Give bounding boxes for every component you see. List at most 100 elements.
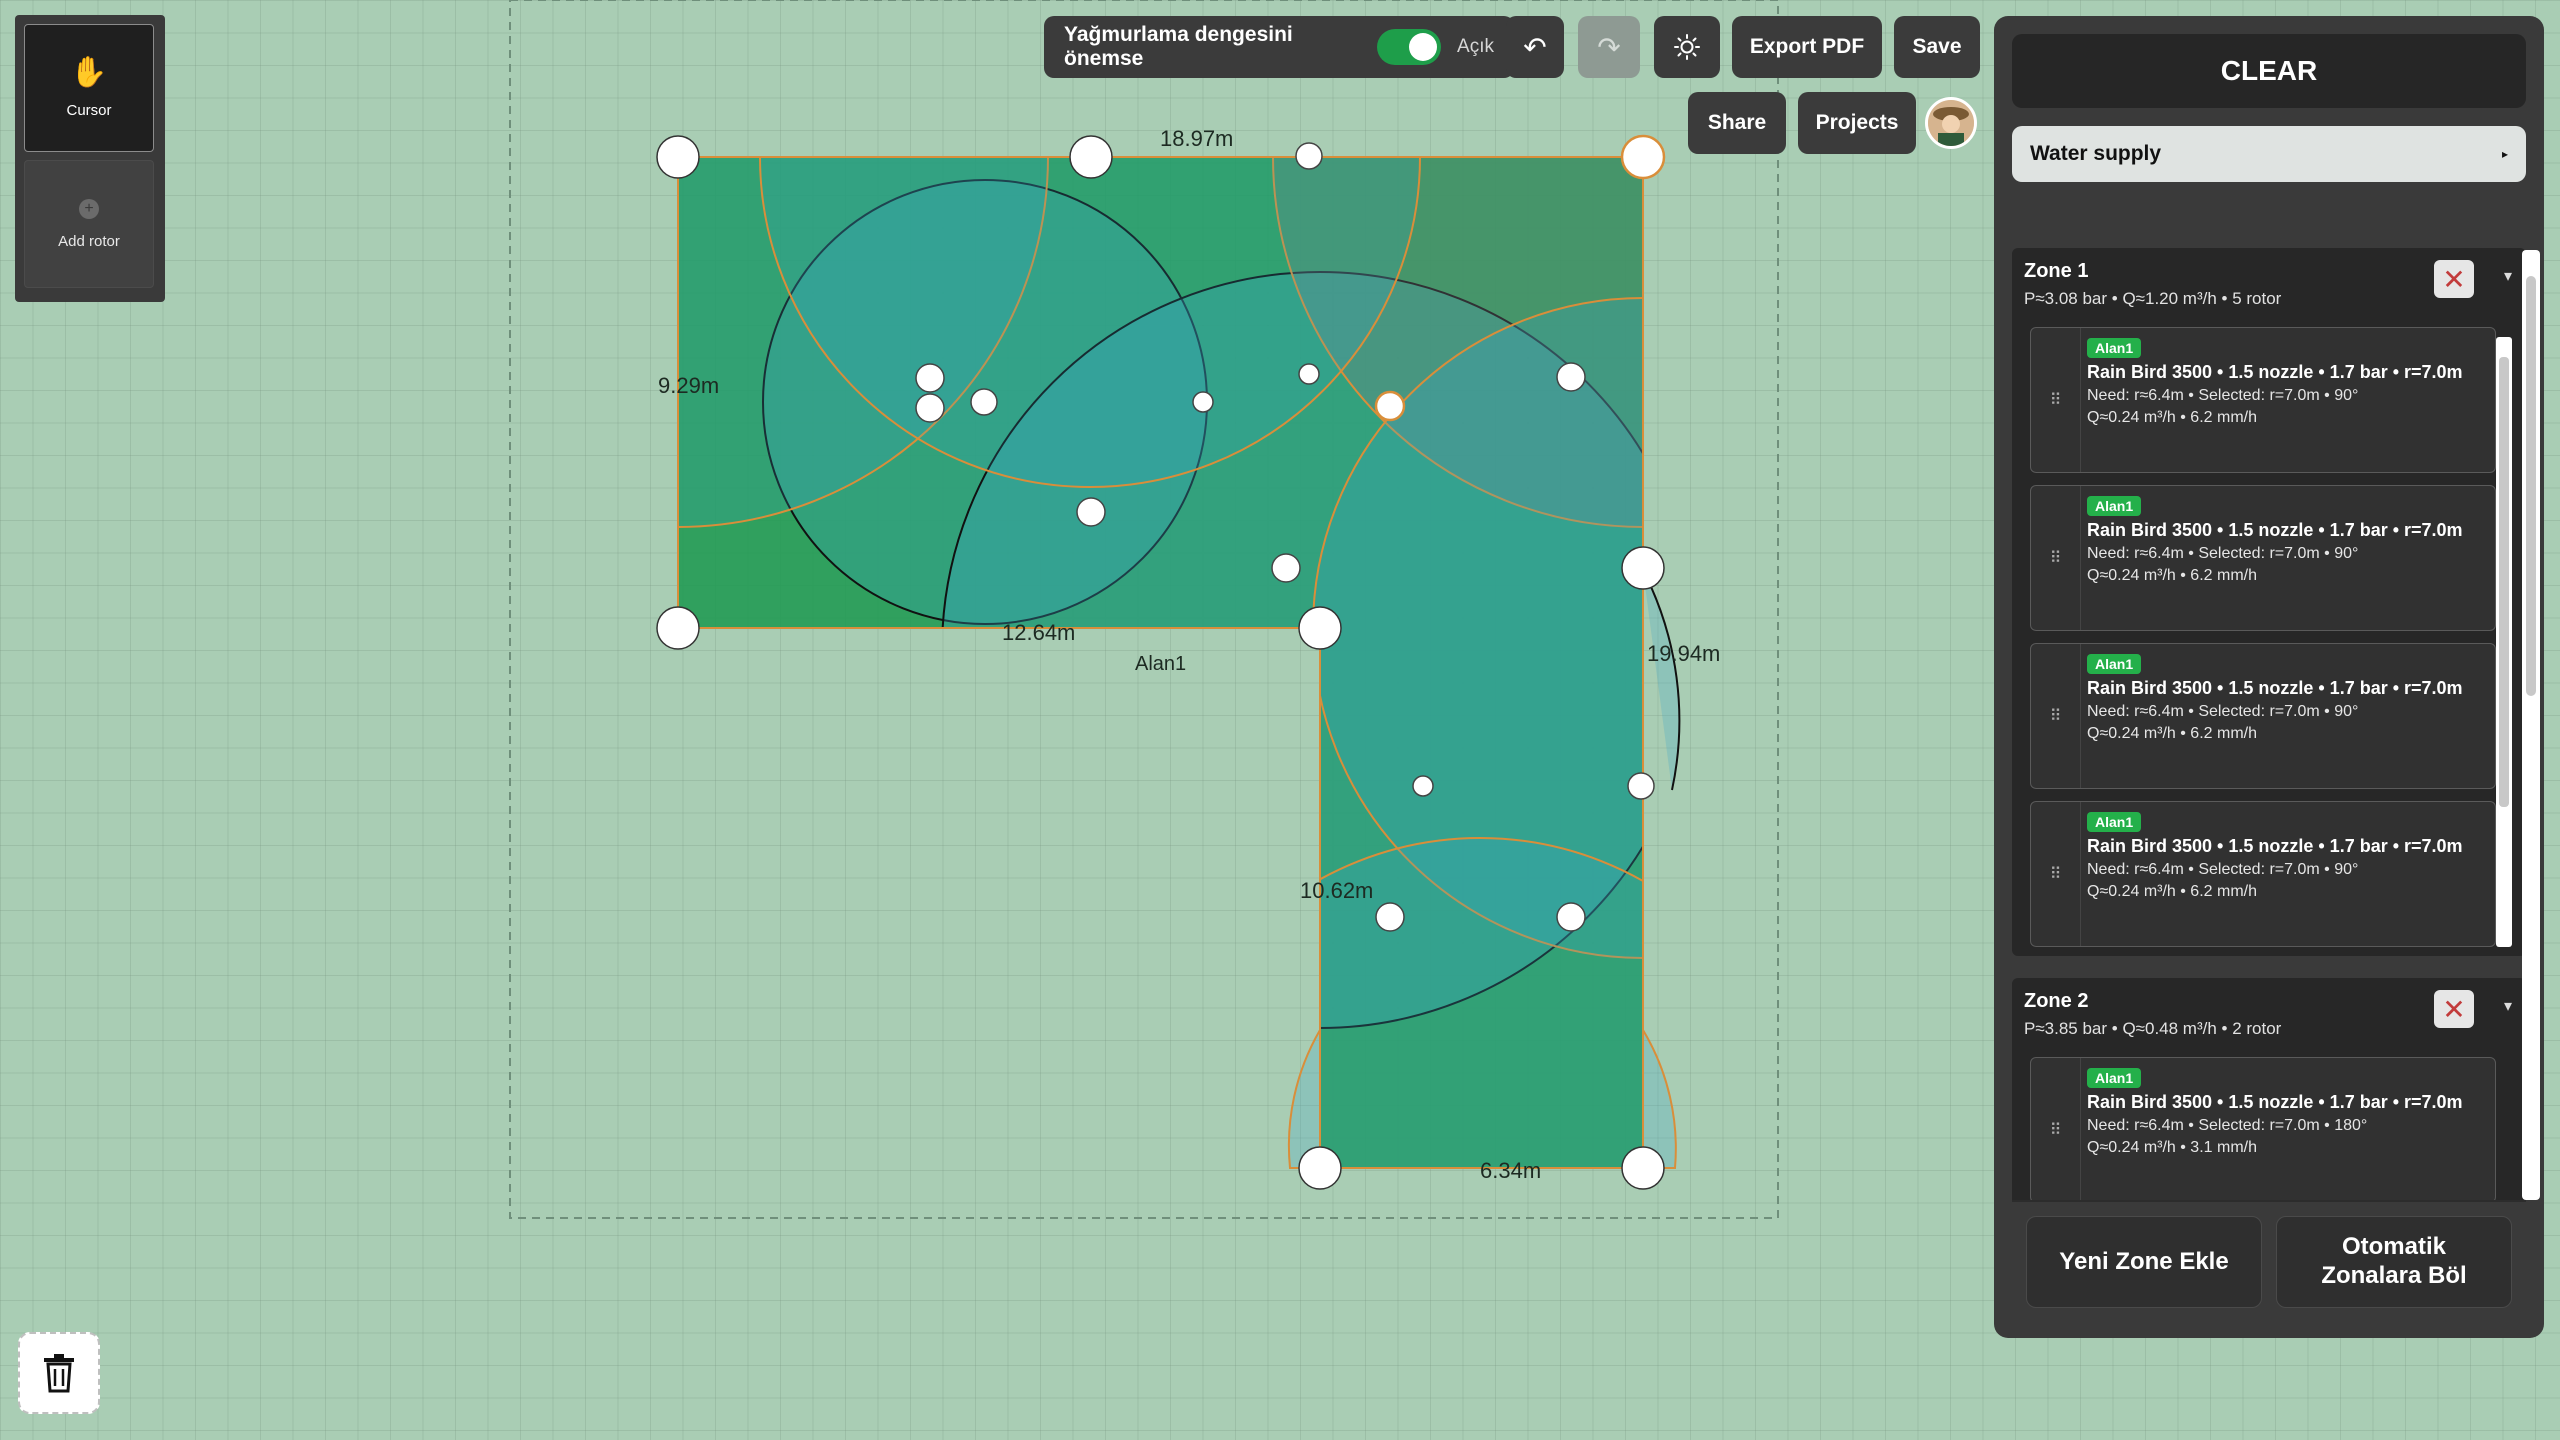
drag-handle-icon[interactable]: ⠿ — [2031, 328, 2081, 472]
area-label: Alan1 — [1135, 653, 1186, 675]
rotor-item[interactable]: ⠿ Alan1 Rain Bird 3500 • 1.5 nozzle • 1.… — [2030, 327, 2496, 473]
drag-handle-icon[interactable]: ⠿ — [2031, 802, 2081, 946]
zone-list-scrollbar[interactable] — [2522, 250, 2540, 1200]
rotor-list[interactable]: ⠿ Alan1 Rain Bird 3500 • 1.5 nozzle • 1.… — [2024, 327, 2512, 947]
rotor-title: Rain Bird 3500 • 1.5 nozzle • 1.7 bar • … — [2087, 1092, 2463, 1112]
scrollbar-thumb[interactable] — [2526, 276, 2536, 696]
rotor-handle[interactable] — [1374, 390, 1406, 422]
rotor-handle[interactable] — [1556, 362, 1586, 392]
new-zone-button[interactable]: Yeni Zone Ekle — [2026, 1216, 2262, 1308]
drag-handle-icon[interactable]: ⠿ — [2031, 1058, 2081, 1202]
add-rotor-label: Add rotor — [58, 232, 120, 250]
hand-icon: ✋ — [70, 55, 108, 89]
share-button[interactable]: Share — [1688, 92, 1786, 154]
area-tag: Alan1 — [2087, 338, 2142, 358]
switch-knob — [1409, 33, 1438, 61]
rotor-handle[interactable] — [1298, 363, 1320, 385]
rotor-item[interactable]: ⠿ Alan1 Rain Bird 3500 • 1.5 nozzle • 1.… — [2030, 485, 2496, 631]
dimension-inner: 10.62m — [1300, 878, 1373, 903]
trash-button[interactable] — [18, 1332, 100, 1414]
sun-icon — [1674, 34, 1700, 60]
tool-palette: ✋ Cursor + Add rotor — [15, 15, 165, 302]
vertex-handle[interactable] — [1298, 1146, 1342, 1190]
zone-card: Zone 1 P≈3.08 bar • Q≈1.20 m³/h • 5 roto… — [2012, 248, 2526, 956]
avatar-image — [1928, 100, 1974, 146]
drag-handle-icon[interactable]: ⠿ — [2031, 644, 2081, 788]
save-button[interactable]: Save — [1894, 16, 1980, 78]
trash-icon — [44, 1354, 74, 1393]
rotor-need: Need: r≈6.4m • Selected: r=7.0m • 90° — [2087, 703, 2359, 720]
vertex-handle[interactable] — [656, 135, 700, 179]
rotor-item[interactable]: ⠿ Alan1 Rain Bird 3500 • 1.5 nozzle • 1.… — [2030, 1057, 2496, 1203]
balance-toggle-switch[interactable] — [1376, 29, 1442, 65]
rotor-handle[interactable] — [970, 388, 998, 416]
zone-list[interactable]: Zone 1 P≈3.08 bar • Q≈1.20 m³/h • 5 roto… — [2012, 248, 2526, 1204]
theme-toggle-button[interactable] — [1654, 16, 1720, 78]
rotor-need: Need: r≈6.4m • Selected: r=7.0m • 180° — [2087, 1117, 2368, 1134]
redo-button[interactable]: ↷ — [1578, 16, 1640, 78]
rotor-need: Need: r≈6.4m • Selected: r=7.0m • 90° — [2087, 861, 2359, 878]
rotor-flow: Q≈0.24 m³/h • 6.2 mm/h — [2087, 725, 2257, 742]
zone-actions: Yeni Zone Ekle Otomatik Zonalara Böl — [2012, 1200, 2526, 1322]
balance-toggle-label: Yağmurlama dengesini önemse — [1064, 23, 1293, 70]
rotor-handle[interactable] — [1271, 553, 1301, 583]
clear-button[interactable]: CLEAR — [2012, 34, 2526, 108]
vertex-handle[interactable] — [1621, 546, 1665, 590]
spray-arc-right — [1642, 569, 1681, 791]
water-supply-label: Water supply — [2030, 142, 2162, 165]
rotor-need: Need: r≈6.4m • Selected: r=7.0m • 90° — [2087, 545, 2359, 562]
balance-toggle-bar: Yağmurlama dengesini önemse Açık — [1044, 16, 1514, 78]
vertex-handle[interactable] — [1298, 606, 1342, 650]
rotor-item[interactable]: ⠿ Alan1 Rain Bird 3500 • 1.5 nozzle • 1.… — [2030, 801, 2496, 947]
chevron-down-icon[interactable]: ▾ — [2504, 266, 2512, 286]
vertex-handle[interactable] — [1620, 134, 1666, 180]
chevron-down-icon[interactable]: ▾ — [2504, 996, 2512, 1016]
vertex-handle[interactable] — [656, 606, 700, 650]
rotor-flow: Q≈0.24 m³/h • 6.2 mm/h — [2087, 567, 2257, 584]
area-tag: Alan1 — [2087, 812, 2142, 832]
export-pdf-button[interactable]: Export PDF — [1732, 16, 1882, 78]
rotor-list[interactable]: ⠿ Alan1 Rain Bird 3500 • 1.5 nozzle • 1.… — [2024, 1057, 2512, 1203]
projects-button[interactable]: Projects — [1798, 92, 1916, 154]
zone-card: Zone 2 P≈3.85 bar • Q≈0.48 m³/h • 2 roto… — [2012, 978, 2526, 1204]
rotor-need: Need: r≈6.4m • Selected: r=7.0m • 90° — [2087, 387, 2359, 404]
area-tag: Alan1 — [2087, 1068, 2142, 1088]
plus-icon: + — [79, 198, 99, 219]
balance-toggle-state: Açık — [1457, 36, 1494, 57]
dimension-bottom: 6.34m — [1480, 1158, 1541, 1183]
drag-handle-icon[interactable]: ⠿ — [2031, 486, 2081, 630]
auto-zone-label-line2: Zonalara Böl — [2321, 1262, 2467, 1289]
rotor-list-scrollbar[interactable] — [2496, 337, 2512, 947]
rotor-handle[interactable] — [1295, 142, 1323, 170]
user-avatar[interactable] — [1925, 97, 1977, 149]
rotor-handle[interactable] — [915, 393, 945, 423]
add-rotor-button[interactable]: + Add rotor — [24, 160, 154, 288]
scrollbar-thumb[interactable] — [2499, 357, 2509, 807]
zone-panel: CLEAR Water supply ▸ Zone 1 P≈3.08 bar •… — [1994, 16, 2544, 1338]
close-icon: ✕ — [2442, 263, 2466, 295]
rotor-handle[interactable] — [1076, 497, 1106, 527]
rotor-handle[interactable] — [1412, 775, 1434, 797]
rotor-handle[interactable] — [1556, 902, 1586, 932]
spray-coverage — [678, 157, 1643, 1168]
chevron-right-icon: ▸ — [2501, 147, 2508, 161]
delete-zone-button[interactable]: ✕ — [2434, 990, 2474, 1028]
rotor-flow: Q≈0.24 m³/h • 6.2 mm/h — [2087, 409, 2257, 426]
rotor-title: Rain Bird 3500 • 1.5 nozzle • 1.7 bar • … — [2087, 520, 2463, 540]
cursor-tool-label: Cursor — [66, 101, 112, 119]
rotor-handle[interactable] — [915, 363, 945, 393]
auto-zone-button[interactable]: Otomatik Zonalara Böl — [2276, 1216, 2512, 1308]
rotor-handle[interactable] — [1192, 391, 1214, 413]
water-supply-button[interactable]: Water supply ▸ — [2012, 126, 2526, 182]
rotor-handle[interactable] — [1627, 772, 1655, 800]
vertex-handle[interactable] — [1069, 135, 1113, 179]
rotor-item[interactable]: ⠿ Alan1 Rain Bird 3500 • 1.5 nozzle • 1.… — [2030, 643, 2496, 789]
vertex-handle[interactable] — [1621, 1146, 1665, 1190]
undo-button[interactable]: ↶ — [1506, 16, 1564, 78]
rotor-title: Rain Bird 3500 • 1.5 nozzle • 1.7 bar • … — [2087, 678, 2463, 698]
rotor-handle[interactable] — [1375, 902, 1405, 932]
rotor-title: Rain Bird 3500 • 1.5 nozzle • 1.7 bar • … — [2087, 362, 2463, 382]
delete-zone-button[interactable]: ✕ — [2434, 260, 2474, 298]
close-icon: ✕ — [2442, 993, 2466, 1025]
cursor-tool-button[interactable]: ✋ Cursor — [24, 24, 154, 152]
